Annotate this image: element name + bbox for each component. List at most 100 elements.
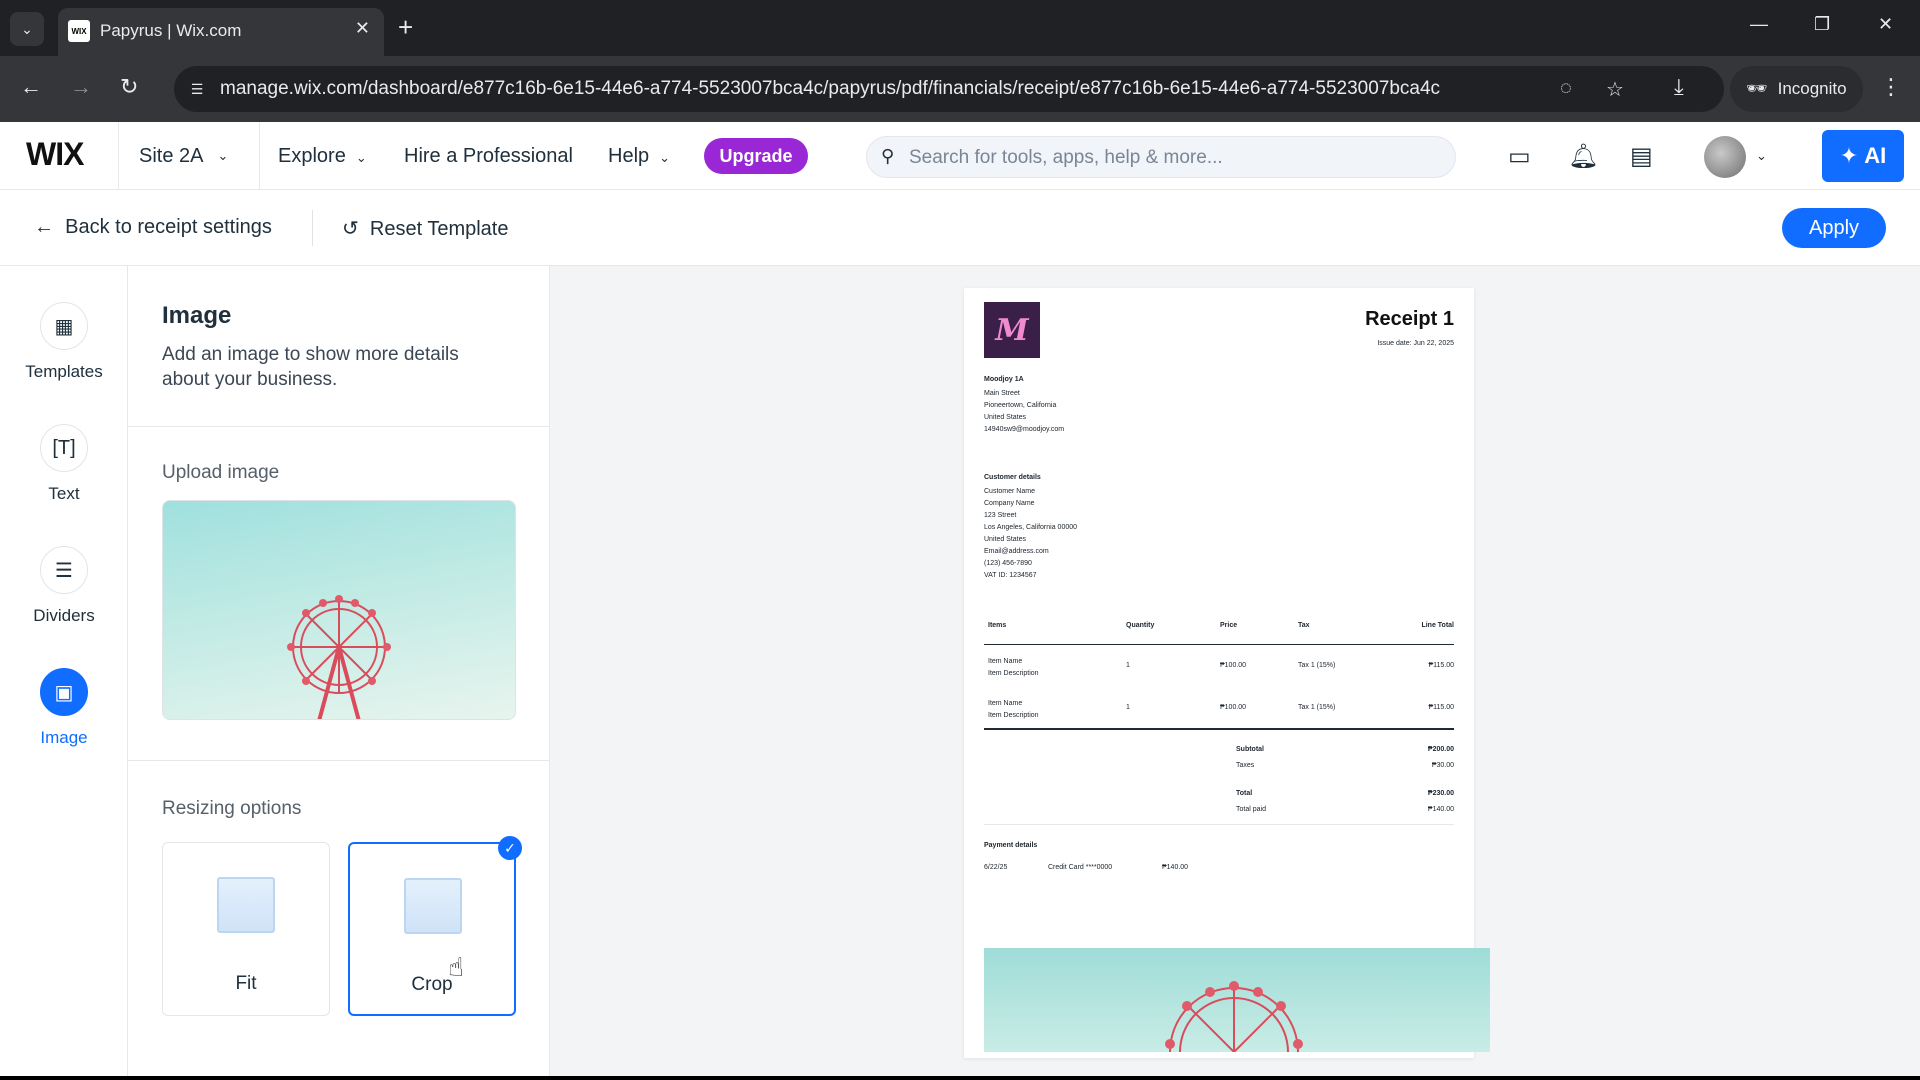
- browser-menu-icon[interactable]: ⋮: [1880, 74, 1902, 100]
- preview-canvas: M Receipt 1 Issue date: Jun 22, 2025 Moo…: [550, 266, 1920, 1076]
- eye-off-icon[interactable]: ◌: [1560, 77, 1572, 100]
- rail-item-templates[interactable]: ▦ Templates: [0, 302, 128, 382]
- resize-option-crop[interactable]: Crop ✓: [348, 836, 522, 1016]
- search-input[interactable]: ⚲ Search for tools, apps, help & more...: [866, 136, 1456, 178]
- menu-help[interactable]: Help ⌄: [608, 145, 670, 168]
- customer-line: Email@address.com: [984, 548, 1049, 555]
- menu-hire-professional[interactable]: Hire a Professional: [404, 145, 573, 168]
- upgrade-button[interactable]: Upgrade: [704, 138, 808, 174]
- upload-image-thumbnail[interactable]: [162, 500, 516, 720]
- rail-item-text[interactable]: [T] Text: [0, 424, 128, 504]
- tab-search-button[interactable]: ⌄: [10, 12, 44, 46]
- site-info-icon[interactable]: ☰: [182, 74, 212, 104]
- rail-label-dividers: Dividers: [33, 606, 95, 625]
- chevron-down-icon[interactable]: ⌄: [1756, 148, 1767, 164]
- avatar[interactable]: [1704, 136, 1746, 178]
- item-description: Item Description: [988, 712, 1039, 719]
- subtotal-label: Subtotal: [1236, 746, 1264, 753]
- ai-button[interactable]: ✦ AI: [1822, 130, 1904, 182]
- ferris-wheel-image: [287, 595, 391, 719]
- chevron-down-icon: ⌄: [355, 150, 367, 165]
- resizing-options-label: Resizing options: [162, 798, 302, 819]
- divider: [984, 824, 1454, 825]
- business-name: Moodjoy 1A: [984, 376, 1024, 383]
- new-tab-button[interactable]: +: [398, 12, 413, 42]
- taxes-value: ₱30.00: [1431, 762, 1454, 769]
- resize-option-fit[interactable]: Fit: [162, 842, 330, 1016]
- back-arrow-icon[interactable]: ←: [20, 74, 42, 100]
- rail-label-text: Text: [48, 484, 80, 503]
- table-divider: [984, 644, 1454, 645]
- text-icon: [T]: [40, 424, 88, 472]
- tab-favicon: WIX: [68, 20, 90, 42]
- rail-item-image[interactable]: ▣ Image: [0, 668, 128, 748]
- back-to-receipt-settings-link[interactable]: ← Back to receipt settings: [34, 216, 272, 239]
- upload-image-label: Upload image: [162, 462, 280, 483]
- panel-description: Add an image to show more details about …: [162, 344, 459, 390]
- search-placeholder: Search for tools, apps, help & more...: [909, 147, 1223, 168]
- rail-label-templates: Templates: [25, 362, 103, 381]
- item-price: ₱100.00: [1220, 704, 1247, 711]
- table-divider: [984, 728, 1454, 730]
- reset-label: Reset Template: [369, 218, 509, 240]
- download-icon[interactable]: ⤓: [1674, 74, 1684, 100]
- screen-bottom-edge: [0, 1076, 1920, 1080]
- incognito-label: Incognito: [1777, 79, 1847, 98]
- table-header-tax: Tax: [1298, 622, 1310, 629]
- window-close-button[interactable]: ✕: [1878, 14, 1893, 35]
- incognito-indicator[interactable]: 🕶 Incognito: [1730, 66, 1863, 112]
- menu-explore[interactable]: Explore ⌄: [278, 145, 367, 168]
- url-text[interactable]: manage.wix.com/dashboard/e877c16b-6e15-4…: [220, 78, 1440, 100]
- restore-button[interactable]: ❐: [1814, 14, 1830, 35]
- divider: [128, 426, 550, 427]
- item-description: Item Description: [988, 670, 1039, 677]
- address-bar[interactable]: ☰ manage.wix.com/dashboard/e877c16b-6e15…: [174, 66, 1724, 112]
- business-line: United States: [984, 414, 1027, 421]
- chevron-down-icon: ⌄: [659, 150, 671, 165]
- table-header-items: Items: [988, 622, 1007, 629]
- subtotal-value: ₱200.00: [1427, 746, 1454, 753]
- table-header-line-total: Line Total: [1421, 622, 1454, 629]
- bell-icon[interactable]: 🔔︎: [1568, 142, 1598, 171]
- forward-arrow-icon[interactable]: →: [70, 74, 92, 100]
- business-line: 14940sw9@moodjoy.com: [984, 426, 1065, 433]
- bookmark-star-icon[interactable]: ☆: [1606, 77, 1624, 102]
- chat-icon[interactable]: ▭: [1508, 142, 1531, 171]
- receipt-title: Receipt 1: [1365, 308, 1454, 330]
- item-name: Item Name: [988, 700, 1023, 707]
- wix-logo[interactable]: WIX: [26, 136, 84, 173]
- customer-line: Los Angeles, California 00000: [984, 524, 1078, 531]
- site-selector[interactable]: Site 2A ⌄: [118, 122, 260, 190]
- total-paid-value: ₱140.00: [1427, 806, 1454, 813]
- total-label: Total: [1236, 790, 1253, 797]
- tab-close-icon[interactable]: ✕: [355, 18, 370, 39]
- site-name: Site 2A: [139, 144, 204, 167]
- rail-item-dividers[interactable]: ☰ Dividers: [0, 546, 128, 626]
- divider: [312, 210, 313, 246]
- image-fit-icon: [217, 877, 275, 933]
- receipt-preview: M Receipt 1 Issue date: Jun 22, 2025 Moo…: [964, 288, 1490, 1058]
- ai-label: AI: [1864, 143, 1887, 168]
- payment-details-heading: Payment details: [984, 842, 1038, 849]
- reset-template-button[interactable]: ↺ Reset Template: [342, 216, 508, 241]
- browser-tab-active[interactable]: WIX Papyrus | Wix.com ✕: [58, 8, 384, 56]
- browser-toolbar: ← → ↻ ☰ manage.wix.com/dashboard/e877c16…: [0, 56, 1920, 122]
- business-line: Pioneertown, California: [984, 402, 1057, 409]
- minimize-button[interactable]: —: [1750, 14, 1768, 35]
- receipt-banner-image: [984, 948, 1490, 1052]
- resize-option-label: Fit: [235, 973, 257, 994]
- customer-line: (123) 456-7890: [984, 560, 1032, 567]
- apply-button[interactable]: Apply: [1782, 208, 1886, 248]
- payment-date: 6/22/25: [984, 864, 1008, 871]
- item-price: ₱100.00: [1220, 662, 1247, 669]
- divider: [128, 760, 550, 761]
- customer-line: Company Name: [984, 500, 1035, 507]
- reload-icon[interactable]: ↻: [120, 74, 138, 100]
- customer-line: United States: [984, 536, 1027, 543]
- news-icon[interactable]: ▤: [1630, 142, 1653, 171]
- menu-help-label: Help: [608, 145, 650, 167]
- business-line: Main Street: [984, 390, 1020, 397]
- table-header-quantity: Quantity: [1126, 622, 1155, 629]
- item-qty: 1: [1126, 662, 1130, 669]
- customer-line: VAT ID: 1234567: [984, 572, 1037, 579]
